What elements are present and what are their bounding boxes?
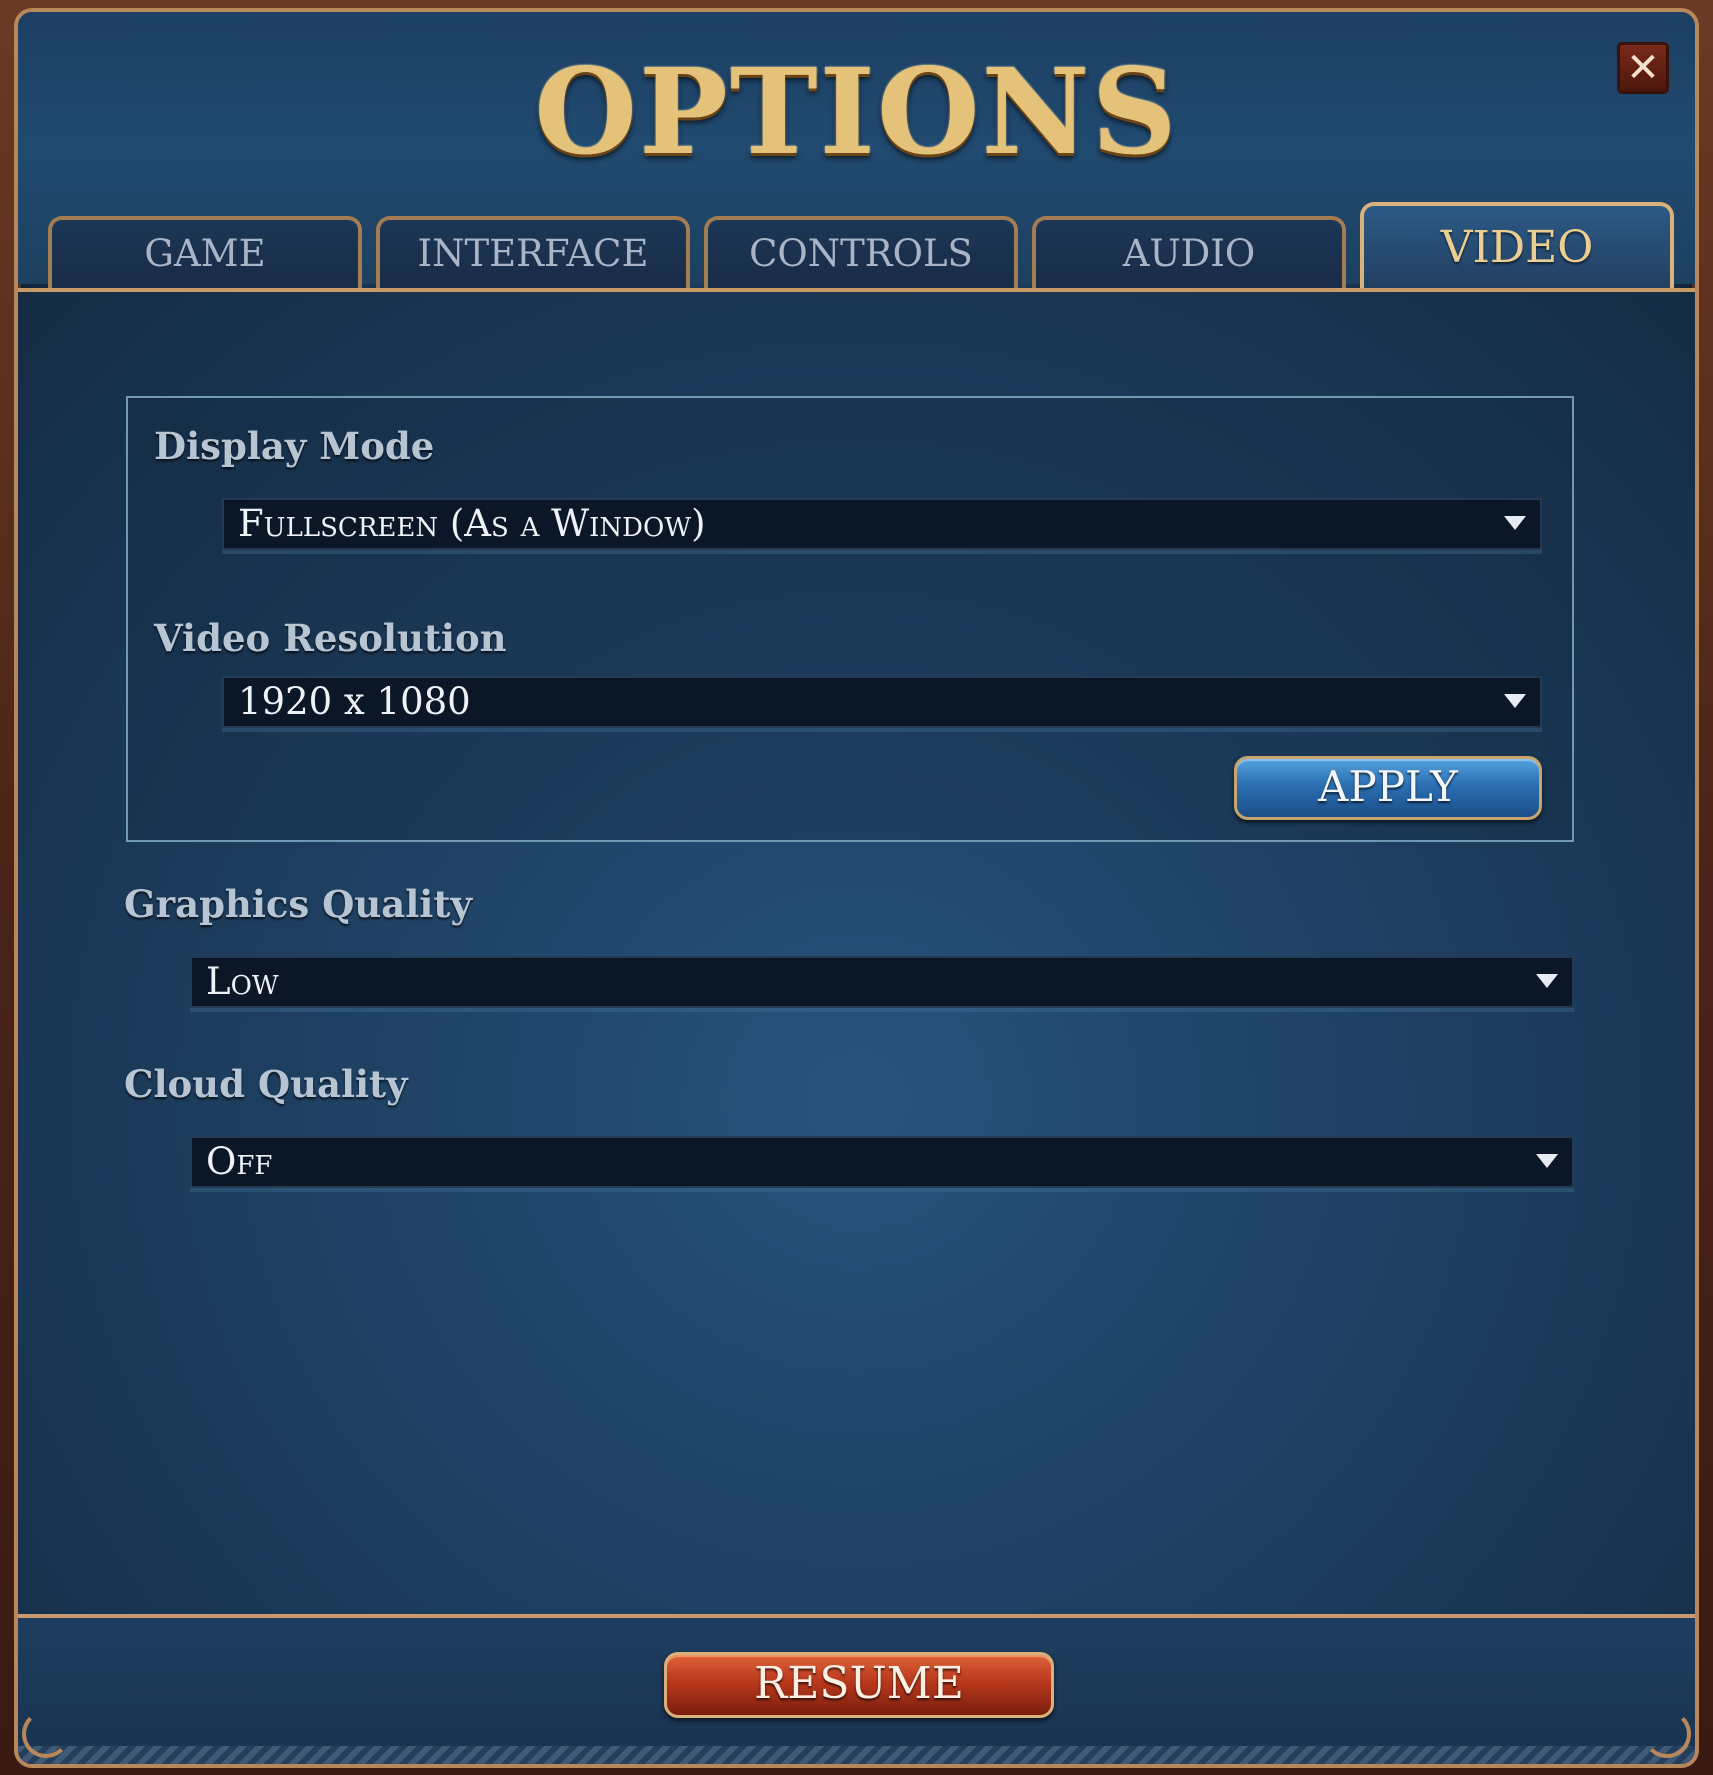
corner-ornament-right <box>1643 1710 1691 1758</box>
tab-video[interactable]: VIDEO <box>1360 202 1674 292</box>
chevron-down-icon <box>1536 1154 1558 1168</box>
footer: RESUME <box>18 1618 1695 1764</box>
tab-audio[interactable]: AUDIO <box>1032 216 1346 290</box>
tab-interface[interactable]: INTERFACE <box>376 216 690 290</box>
cloud-quality-value: Off <box>206 1140 273 1183</box>
graphics-quality-value: Low <box>206 960 279 1003</box>
graphics-quality-select[interactable]: Low <box>190 956 1574 1008</box>
cloud-quality-label: Cloud Quality <box>124 1062 408 1106</box>
corner-ornament-left <box>22 1710 70 1758</box>
display-mode-label: Display Mode <box>154 424 435 468</box>
display-mode-value: Fullscreen (As a Window) <box>238 502 706 545</box>
display-mode-select[interactable]: Fullscreen (As a Window) <box>222 498 1542 550</box>
graphics-quality-label: Graphics Quality <box>124 882 472 926</box>
close-icon: ✕ <box>1626 45 1660 91</box>
tab-bar: GAME INTERFACE CONTROLS AUDIO VIDEO <box>48 202 1685 292</box>
video-settings-panel: Display Mode Fullscreen (As a Window) Vi… <box>18 292 1695 1764</box>
outer-frame: OPTIONS ✕ GAME INTERFACE CONTROLS AUDIO … <box>0 0 1713 1775</box>
chevron-down-icon <box>1504 516 1526 530</box>
display-settings-group: Display Mode Fullscreen (As a Window) Vi… <box>126 396 1574 842</box>
chevron-down-icon <box>1536 974 1558 988</box>
tab-game[interactable]: GAME <box>48 216 362 290</box>
border-trim <box>18 1746 1695 1764</box>
close-button[interactable]: ✕ <box>1617 42 1669 94</box>
video-resolution-label: Video Resolution <box>154 616 507 660</box>
window-title: OPTIONS <box>534 42 1179 181</box>
resume-button[interactable]: RESUME <box>664 1652 1054 1718</box>
tab-controls[interactable]: CONTROLS <box>704 216 1018 290</box>
options-window: OPTIONS ✕ GAME INTERFACE CONTROLS AUDIO … <box>14 8 1699 1768</box>
video-resolution-value: 1920 x 1080 <box>238 680 471 723</box>
chevron-down-icon <box>1504 694 1526 708</box>
cloud-quality-select[interactable]: Off <box>190 1136 1574 1188</box>
apply-button[interactable]: APPLY <box>1234 756 1542 820</box>
video-resolution-select[interactable]: 1920 x 1080 <box>222 676 1542 728</box>
